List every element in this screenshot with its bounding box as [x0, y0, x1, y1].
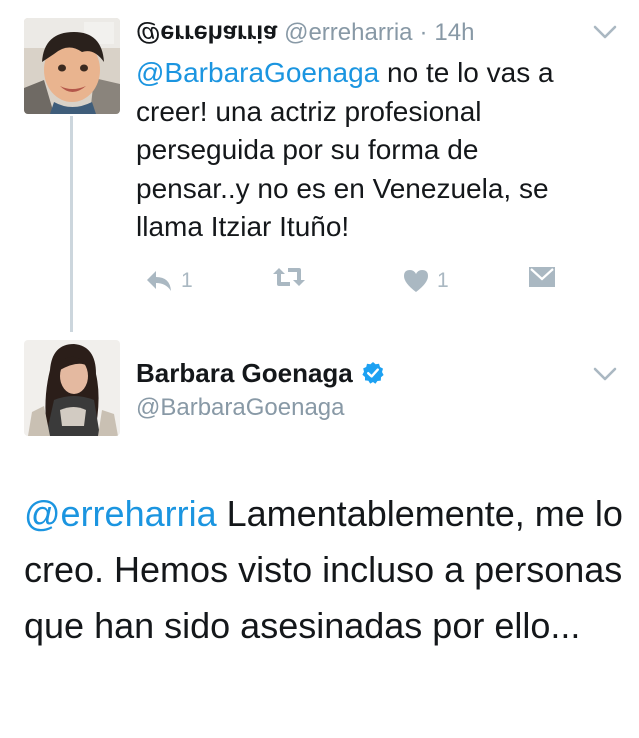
like-count: 1 [437, 269, 449, 292]
heart-icon [404, 270, 428, 292]
avatar[interactable] [24, 340, 120, 436]
direct-message-button[interactable] [527, 264, 557, 290]
envelope-icon [529, 267, 555, 287]
child-photo-avatar-icon [24, 18, 120, 114]
separator: · [419, 19, 428, 46]
retweet-icon [273, 268, 305, 286]
retweet-button[interactable] [272, 264, 306, 290]
screen-name[interactable]: @BarbaraGoenaga [136, 392, 345, 424]
avatar[interactable] [24, 18, 120, 114]
chevron-down-icon[interactable] [593, 366, 617, 382]
display-name[interactable]: Barbara Goenaga [136, 356, 385, 390]
like-button[interactable]: 1 [402, 264, 449, 298]
reply-count: 1 [181, 269, 193, 292]
mention-link[interactable]: @erreharria [24, 493, 217, 534]
thread-connector-line [70, 116, 73, 332]
reply-icon [147, 271, 171, 291]
mention-link[interactable]: @BarbaraGoenaga [136, 57, 379, 88]
woman-photo-avatar-icon [24, 340, 120, 436]
screen-name[interactable]: @erreharria [284, 19, 412, 46]
display-name[interactable]: @erreharria [136, 17, 277, 49]
tweet-text: @BarbaraGoenaga no te lo vas a creer! un… [136, 54, 596, 247]
tweet-text: @erreharria Lamentablemente, me lo creo.… [24, 486, 624, 654]
tweet-header: @erreharria @erreharria · 14h [136, 16, 474, 49]
display-name-text: Barbara Goenaga [136, 358, 353, 388]
tweet-actions: 1 1 [136, 264, 576, 298]
chevron-down-icon[interactable] [593, 24, 617, 40]
verified-badge-icon [361, 361, 385, 385]
timestamp[interactable]: 14h [434, 19, 474, 46]
reply-button[interactable]: 1 [144, 264, 193, 298]
